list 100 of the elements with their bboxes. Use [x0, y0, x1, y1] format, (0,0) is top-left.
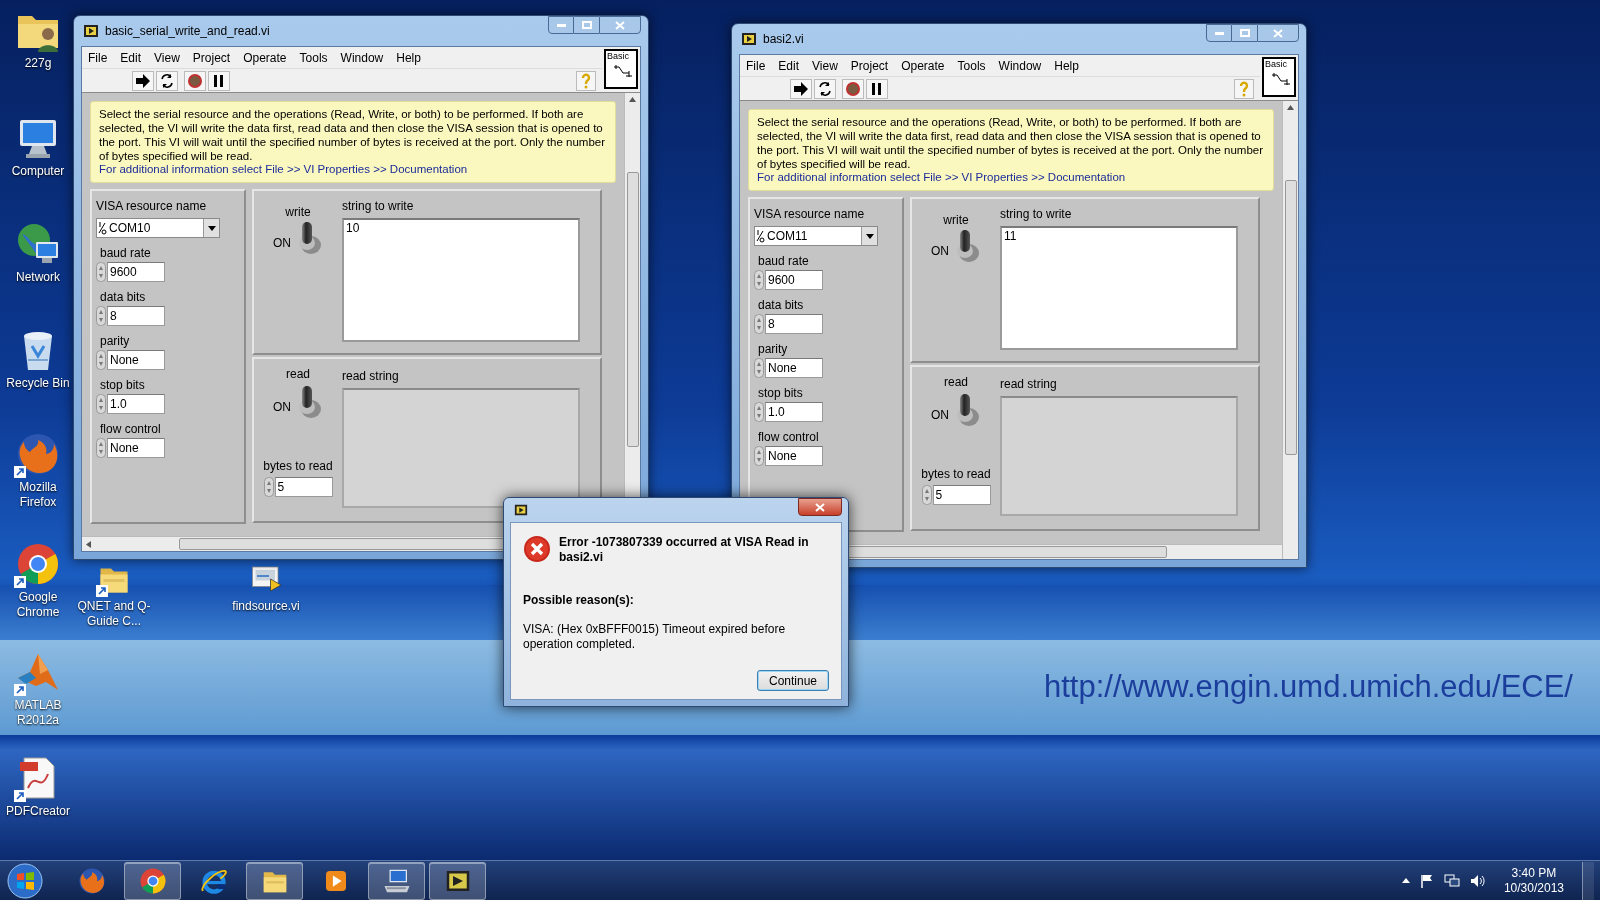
numeric-field[interactable]: 1.0 [107, 394, 165, 414]
volume-icon[interactable] [1469, 873, 1486, 888]
abort-button[interactable] [184, 70, 206, 91]
menu-item[interactable]: View [812, 56, 838, 75]
show-hidden-icons-icon[interactable] [1401, 878, 1410, 883]
window-title: basic_serial_write_and_read.vi [105, 23, 270, 40]
menu-item[interactable]: Operate [243, 48, 287, 67]
icon-label[interactable]: findsource.vi [228, 599, 304, 614]
taskbar-button[interactable] [124, 861, 181, 900]
taskbar-button[interactable] [429, 861, 486, 900]
spinner-control[interactable] [754, 270, 764, 290]
minimize-button[interactable] [1206, 24, 1232, 42]
resource-dropdown[interactable]: COM10 [96, 218, 220, 238]
numeric-field[interactable]: 9600 [765, 270, 823, 290]
menu-item[interactable]: Tools [957, 56, 986, 75]
flag-icon[interactable] [1419, 873, 1434, 888]
menu-item[interactable]: File [88, 48, 108, 67]
run-continuously-button[interactable] [814, 78, 836, 99]
abort-button[interactable] [842, 78, 864, 99]
menu-item[interactable]: Help [1054, 56, 1079, 75]
start-button[interactable] [5, 861, 45, 900]
spinner-control[interactable] [96, 306, 106, 326]
menu-item[interactable]: View [154, 48, 180, 67]
field-label: read string [342, 368, 400, 385]
icon-label[interactable]: Mozilla Firefox [0, 480, 76, 510]
field-label: flow control [100, 422, 161, 436]
numeric-field[interactable]: None [107, 350, 165, 370]
spinner-control[interactable] [754, 402, 764, 422]
continue-button[interactable]: Continue [757, 670, 829, 691]
scrollbar-thumb[interactable] [626, 172, 639, 447]
menu-item[interactable]: Help [396, 48, 421, 67]
on-label: ON [273, 235, 291, 252]
vi-icon-panel[interactable]: Basic [1262, 57, 1296, 97]
vi-icon-panel[interactable]: Basic [604, 49, 638, 89]
scroll-up-icon [1287, 105, 1294, 110]
menu-item[interactable]: Window [998, 56, 1042, 75]
shortcut-arrow-icon [96, 585, 108, 597]
spinner-control[interactable] [96, 262, 106, 282]
icon-label[interactable]: Computer [0, 164, 76, 179]
icon-label[interactable]: Google Chrome [0, 590, 76, 620]
icon-label[interactable]: Recycle Bin [0, 376, 76, 391]
spinner-control[interactable] [96, 394, 106, 414]
documentation-link[interactable]: For additional information select File >> VI Properties >> Documentation [757, 171, 1265, 184]
maximize-button[interactable] [1232, 24, 1257, 42]
field-label: data bits [100, 290, 146, 304]
numeric-field[interactable]: 9600 [107, 262, 165, 282]
maximize-button[interactable] [574, 16, 599, 34]
run-button[interactable] [132, 70, 154, 91]
text-input-box[interactable]: 11 [1000, 226, 1238, 350]
menu-item[interactable]: Project [192, 48, 231, 67]
icon-label[interactable]: Network [0, 270, 76, 285]
resource-dropdown[interactable]: COM11 [754, 226, 878, 246]
menu-item[interactable]: Edit [778, 56, 800, 75]
numeric-field[interactable]: 5 [274, 477, 333, 497]
taskbar-button[interactable] [368, 861, 425, 900]
close-button[interactable] [1257, 24, 1299, 42]
close-button[interactable] [599, 16, 641, 34]
numeric-field[interactable]: 5 [932, 485, 991, 505]
spinner-control[interactable] [754, 446, 764, 466]
vertical-scrollbar[interactable] [1282, 101, 1298, 559]
caret-icon [865, 233, 874, 239]
field-label: bytes to read [921, 466, 991, 483]
taskbar-button[interactable] [246, 861, 303, 900]
show-desktop-button[interactable] [1582, 861, 1594, 900]
menu-item[interactable]: File [746, 56, 766, 75]
pause-button[interactable] [208, 70, 230, 91]
numeric-field[interactable]: 1.0 [765, 402, 823, 422]
taskbar-clock[interactable]: 3:40 PM 10/30/2013 [1503, 865, 1564, 896]
windows-logo-icon [7, 862, 43, 899]
numeric-field[interactable]: None [765, 358, 823, 378]
text-input-box[interactable]: 10 [342, 218, 580, 342]
numeric-field[interactable]: None [107, 438, 165, 458]
network-icon[interactable] [1443, 873, 1460, 888]
spinner-control[interactable] [96, 350, 106, 370]
minimize-button[interactable] [548, 16, 574, 34]
spinner-control[interactable] [754, 358, 764, 378]
pause-button[interactable] [866, 78, 888, 99]
spinner-control[interactable] [754, 314, 764, 334]
menu-item[interactable]: Operate [901, 56, 945, 75]
scrollbar-thumb[interactable] [1284, 180, 1297, 455]
menu-item[interactable]: Tools [299, 48, 328, 67]
icon-label[interactable]: QNET and Q-Guide C... [76, 599, 152, 629]
menu-item[interactable]: Project [850, 56, 889, 75]
close-button[interactable] [798, 498, 842, 516]
numeric-field[interactable]: None [765, 446, 823, 466]
question-mark-icon [1239, 80, 1249, 97]
menu-item[interactable]: Window [340, 48, 384, 67]
spinner-control[interactable] [96, 438, 106, 458]
spinner-control[interactable] [263, 477, 274, 497]
run-button[interactable] [790, 78, 812, 99]
spinner-control[interactable] [921, 485, 932, 505]
icon-label[interactable]: 227g [0, 56, 76, 71]
documentation-link[interactable]: For additional information select File >> VI Properties >> Documentation [99, 163, 607, 176]
icon-label[interactable]: PDFCreator [0, 804, 76, 819]
on-label: ON [931, 407, 949, 424]
menu-item[interactable]: Edit [120, 48, 142, 67]
numeric-field[interactable]: 8 [765, 314, 823, 334]
field-label: baud rate [100, 246, 151, 260]
run-continuously-button[interactable] [156, 70, 178, 91]
numeric-field[interactable]: 8 [107, 306, 165, 326]
